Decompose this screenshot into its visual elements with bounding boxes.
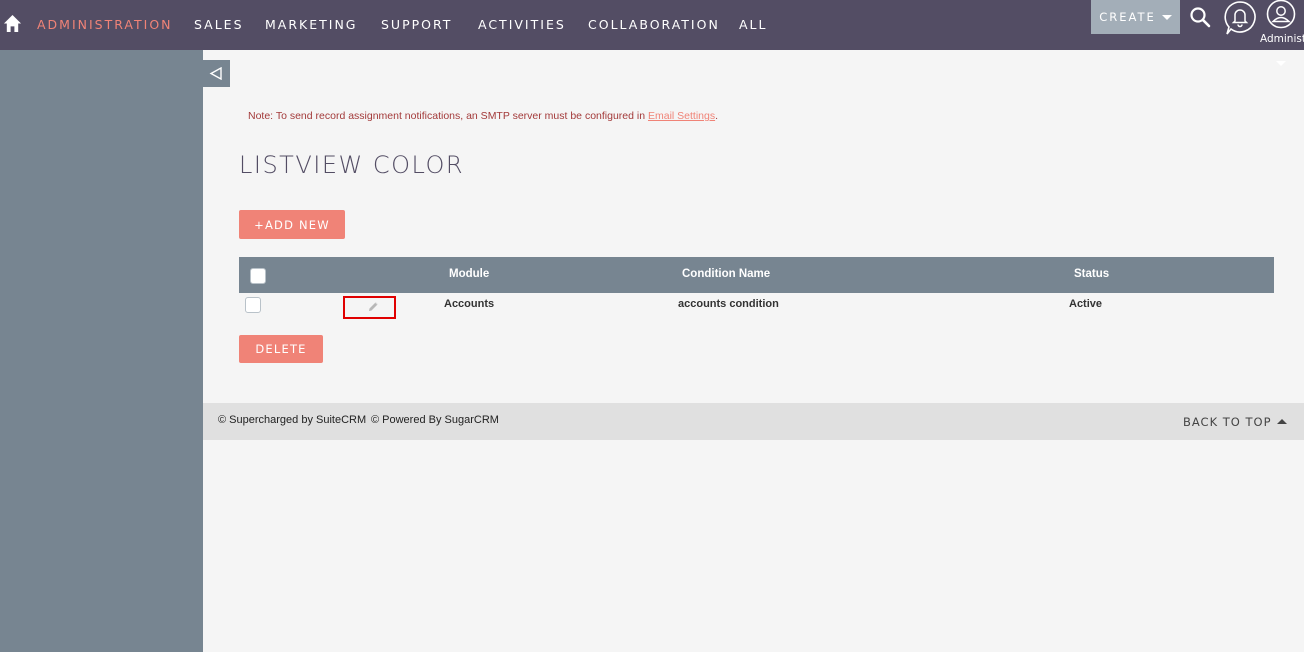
chevron-down-icon [1161, 15, 1172, 20]
supercharged-link[interactable]: © Supercharged by SuiteCRM [218, 414, 366, 426]
footer: © Supercharged by SuiteCRM © Powered By … [203, 403, 1304, 440]
top-navigation: ADMINISTRATION SALES MARKETING SUPPORT A… [0, 0, 1304, 50]
smtp-note: Note: To send record assignment notifica… [248, 110, 718, 122]
nav-all[interactable]: ALL [739, 17, 767, 32]
header-module[interactable]: Module [449, 268, 489, 280]
sidebar-collapse-button[interactable] [203, 60, 230, 87]
note-end: . [715, 110, 719, 122]
create-button[interactable]: CREATE [1091, 0, 1180, 34]
powered-link[interactable]: © Powered By SugarCRM [371, 414, 499, 426]
cell-module[interactable]: Accounts [444, 298, 494, 310]
note-text: Note: To send record assignment notifica… [248, 110, 648, 122]
add-new-button[interactable]: +ADD NEW [239, 210, 345, 239]
user-icon[interactable] [1265, 0, 1297, 30]
bell-icon[interactable] [1223, 0, 1257, 36]
back-to-top-label: BACK TO TOP [1183, 415, 1272, 429]
cell-status: Active [1069, 298, 1103, 310]
nav-administration[interactable]: ADMINISTRATION [37, 17, 173, 32]
triangle-left-icon [209, 67, 222, 80]
nav-marketing[interactable]: MARKETING [265, 17, 357, 32]
sidebar [0, 50, 203, 652]
create-label: CREATE [1099, 10, 1156, 24]
home-icon[interactable] [3, 14, 22, 33]
row-checkbox[interactable] [245, 297, 261, 313]
page-title: LISTVIEW COLOR [239, 151, 465, 179]
header-condition-name[interactable]: Condition Name [682, 268, 770, 280]
search-icon[interactable] [1188, 5, 1212, 29]
nav-support[interactable]: SUPPORT [381, 17, 452, 32]
delete-button[interactable]: DELETE [239, 335, 323, 363]
email-settings-link[interactable]: Email Settings [648, 110, 715, 122]
edit-button[interactable] [343, 296, 396, 319]
select-all-checkbox[interactable] [250, 268, 266, 284]
table-header: Module Condition Name Status [239, 257, 1274, 293]
cell-condition-name[interactable]: accounts condition [678, 298, 779, 310]
user-menu-chevron-icon[interactable] [1276, 61, 1286, 66]
nav-activities[interactable]: ACTIVITIES [478, 17, 566, 32]
user-name[interactable]: Administrator [1260, 33, 1304, 45]
header-status[interactable]: Status [1074, 268, 1109, 280]
back-to-top-button[interactable]: BACK TO TOP [1183, 415, 1287, 429]
nav-sales[interactable]: SALES [194, 17, 244, 32]
pencil-icon [369, 302, 378, 311]
nav-collaboration[interactable]: COLLABORATION [588, 17, 720, 32]
chevron-up-icon [1276, 419, 1287, 424]
